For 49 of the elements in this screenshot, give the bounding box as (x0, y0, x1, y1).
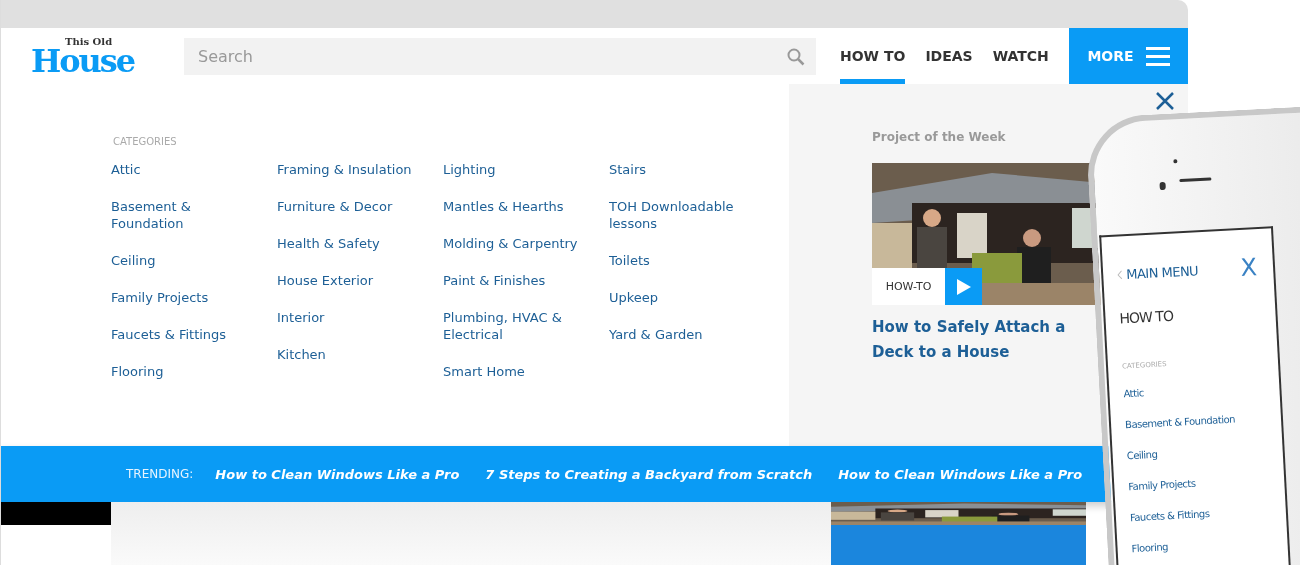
chevron-icon (1117, 269, 1123, 279)
play-button[interactable] (945, 268, 982, 305)
category-link[interactable]: Basement & Foundation (1124, 413, 1236, 431)
search-field[interactable]: Search (184, 37, 816, 75)
speaker-icon (1179, 177, 1212, 183)
nav-tab[interactable]: WATCH (992, 28, 1049, 84)
menu-title: HOW TO (1119, 307, 1174, 327)
category-link[interactable]: Health & Safety (277, 235, 380, 252)
category-link[interactable]: Plumbing, HVAC & Electrical (443, 309, 583, 343)
category-link[interactable]: Lighting (443, 161, 496, 178)
category-link[interactable]: House Exterior (277, 272, 374, 289)
category-link[interactable]: Family Projects (1128, 477, 1196, 493)
close-icon[interactable] (1156, 92, 1174, 110)
category-link[interactable]: Flooring (111, 363, 164, 380)
back-link[interactable]: MAIN MENU (1116, 262, 1199, 282)
logo[interactable]: This Old House (1, 36, 184, 76)
category-link[interactable]: Toilets (609, 252, 650, 269)
category-link[interactable]: Interior (277, 309, 325, 326)
project-title-link[interactable]: How to Safely Attach a Deck to a House (872, 315, 1087, 365)
category-link[interactable]: Family Projects (111, 289, 209, 306)
category-link[interactable]: Ceiling (111, 252, 156, 269)
category-link[interactable]: Faucets & Fittings (1129, 508, 1210, 524)
category-link[interactable]: Faucets & Fittings (111, 326, 227, 343)
category-link[interactable]: TOH Downloadable lessons (609, 198, 749, 232)
section-heading: CATEGORIES (113, 136, 178, 147)
category-link[interactable]: Furniture & Decor (277, 198, 393, 215)
category-link[interactable]: Stairs (609, 161, 647, 178)
nav-tab[interactable]: IDEAS (925, 28, 973, 84)
category-link[interactable]: Attic (111, 161, 141, 178)
trending-label: TRENDING: (126, 467, 194, 481)
video-tag: HOW-TO (872, 268, 945, 305)
category-link[interactable]: Yard & Garden (609, 326, 703, 343)
category-link[interactable]: Framing & Insulation (277, 161, 412, 178)
category-link[interactable]: Mantles & Hearths (443, 198, 564, 215)
search-icon[interactable] (787, 47, 805, 66)
category-link[interactable]: Ceiling (1126, 448, 1158, 462)
sensor-icon (1173, 159, 1178, 164)
category-link[interactable]: Upkeep (609, 289, 659, 306)
category-link[interactable]: Smart Home (443, 363, 525, 380)
category-link[interactable]: Flooring (1131, 541, 1169, 555)
category-link[interactable]: Attic (1123, 387, 1145, 400)
close-button[interactable]: X (1239, 253, 1258, 283)
category-link[interactable]: Molding & Carpentry (443, 235, 578, 252)
section-heading: Project of the Week (872, 130, 1007, 144)
category-link[interactable]: Kitchen (277, 346, 326, 363)
category-link[interactable]: Basement & Foundation (111, 198, 251, 232)
category-link[interactable]: Paint & Finishes (443, 272, 546, 289)
camera-icon (1159, 181, 1166, 191)
menu-icon (1145, 46, 1170, 66)
